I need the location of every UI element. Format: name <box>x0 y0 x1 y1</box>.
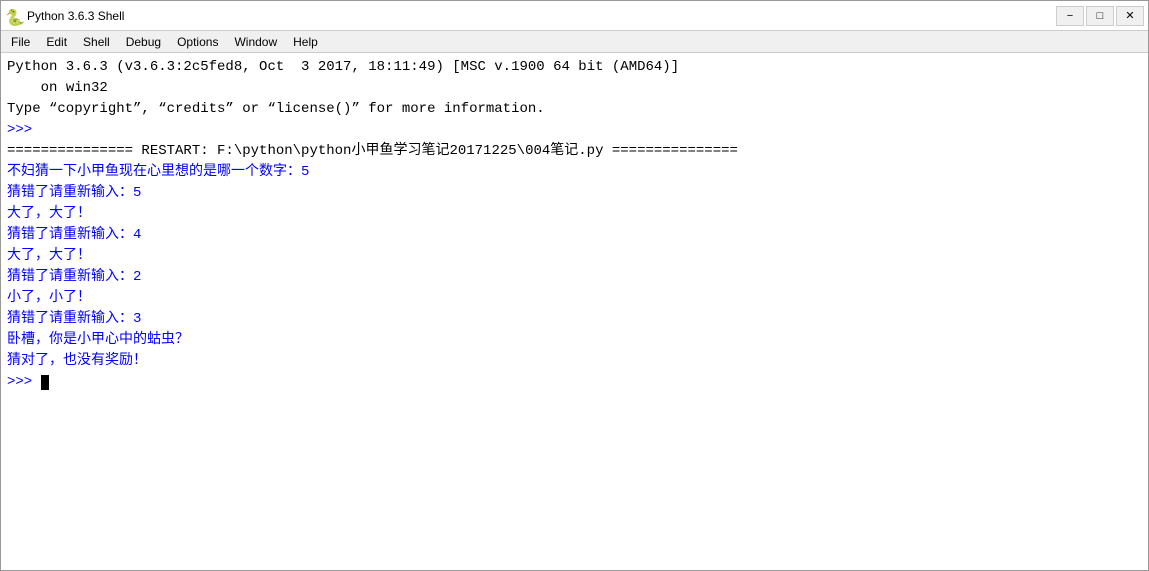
python-icon: 🐍 <box>5 8 21 24</box>
menu-options[interactable]: Options <box>169 31 226 52</box>
window-controls: − □ ✕ <box>1056 6 1144 26</box>
menu-edit[interactable]: Edit <box>38 31 75 52</box>
close-button[interactable]: ✕ <box>1116 6 1144 26</box>
shell-line: 猜错了请重新输入：3 <box>7 309 1142 330</box>
menu-file[interactable]: File <box>3 31 38 52</box>
shell-line: on win32 <box>7 78 1142 99</box>
shell-line: 猜对了，也没有奖励！ <box>7 351 1142 372</box>
shell-line: 小了，小了！ <box>7 288 1142 309</box>
menu-help[interactable]: Help <box>285 31 326 52</box>
shell-line: 卧槽，你是小甲心中的蛄虫？ <box>7 330 1142 351</box>
text-cursor <box>41 375 49 390</box>
shell-line: 猜错了请重新输入：2 <box>7 267 1142 288</box>
menu-shell[interactable]: Shell <box>75 31 118 52</box>
menu-bar: File Edit Shell Debug Options Window Hel… <box>1 31 1148 53</box>
minimize-button[interactable]: − <box>1056 6 1084 26</box>
shell-line: =============== RESTART: F:\python\pytho… <box>7 141 1142 162</box>
shell-line: 猜错了请重新输入：5 <box>7 183 1142 204</box>
title-bar: 🐍 Python 3.6.3 Shell − □ ✕ <box>1 1 1148 31</box>
shell-line: 大了，大了！ <box>7 204 1142 225</box>
shell-prompt-active[interactable]: >>> <box>7 372 1142 393</box>
shell-line: Type “copyright”, “credits” or “license(… <box>7 99 1142 120</box>
shell-line: Python 3.6.3 (v3.6.3:2c5fed8, Oct 3 2017… <box>7 57 1142 78</box>
shell-line: 大了，大了！ <box>7 246 1142 267</box>
window-title: Python 3.6.3 Shell <box>27 9 124 23</box>
menu-window[interactable]: Window <box>226 31 285 52</box>
python-shell-window: 🐍 Python 3.6.3 Shell − □ ✕ File Edit She… <box>0 0 1149 571</box>
menu-debug[interactable]: Debug <box>118 31 169 52</box>
shell-line: 不妇猜一下小甲鱼现在心里想的是哪一个数字：5 <box>7 162 1142 183</box>
shell-content[interactable]: Python 3.6.3 (v3.6.3:2c5fed8, Oct 3 2017… <box>1 53 1148 570</box>
shell-line: 猜错了请重新输入：4 <box>7 225 1142 246</box>
shell-prompt: >>> <box>7 120 1142 141</box>
title-bar-left: 🐍 Python 3.6.3 Shell <box>5 8 124 24</box>
maximize-button[interactable]: □ <box>1086 6 1114 26</box>
